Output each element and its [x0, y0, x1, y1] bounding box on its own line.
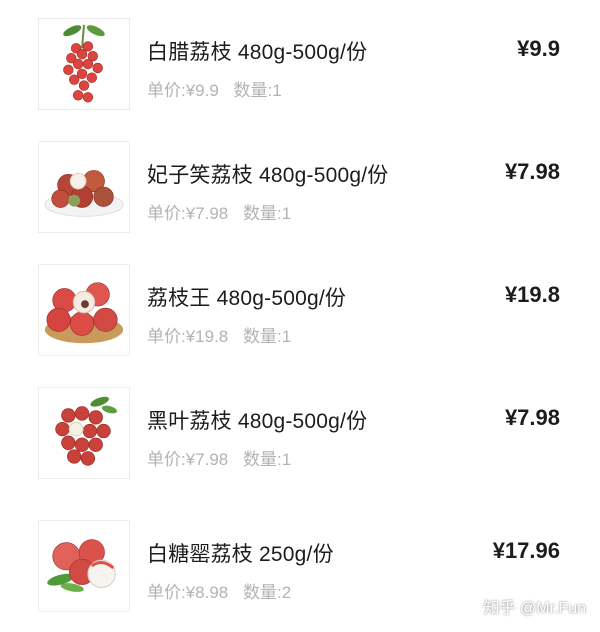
unit-price: 单价:¥19.8	[147, 327, 229, 346]
lychee-pile-icon	[38, 387, 130, 479]
quantity: 数量:1	[243, 204, 292, 223]
order-item[interactable]: 荔枝王 480g-500g/份 单价:¥19.8 数量:1 ¥19.8	[0, 264, 600, 364]
product-title: 白腊荔枝 480g-500g/份	[147, 41, 368, 64]
product-meta: 单价:¥9.9 数量:1	[147, 76, 282, 101]
quantity: 数量:1	[233, 81, 282, 100]
lychee-bunch-icon	[38, 18, 130, 110]
lychee-leaf-icon	[38, 520, 130, 612]
watermark: 知乎 @Mr.Fun	[483, 600, 586, 617]
line-total: ¥7.98	[504, 405, 560, 430]
line-total: ¥19.8	[504, 282, 560, 307]
product-title: 荔枝王 480g-500g/份	[147, 287, 347, 310]
product-meta: 单价:¥19.8 数量:1	[147, 322, 291, 347]
unit-price: 单价:¥7.98	[147, 204, 229, 223]
quantity: 数量:2	[243, 583, 292, 602]
quantity: 数量:1	[243, 327, 292, 346]
product-meta: 单价:¥8.98 数量:2	[147, 578, 291, 603]
line-total: ¥9.9	[517, 36, 560, 61]
unit-price: 单价:¥7.98	[147, 450, 229, 469]
product-title: 妃子笑荔枝 480g-500g/份	[147, 164, 389, 187]
unit-price: 单价:¥9.9	[147, 81, 219, 100]
product-title: 黑叶荔枝 480g-500g/份	[147, 410, 368, 433]
line-total: ¥17.96	[492, 538, 560, 563]
lychee-plate-icon	[38, 141, 130, 233]
order-item[interactable]: 白腊荔枝 480g-500g/份 单价:¥9.9 数量:1 ¥9.9	[0, 18, 600, 118]
lychee-bowl-icon	[38, 264, 130, 356]
product-title: 白糖罂荔枝 250g/份	[147, 543, 334, 566]
order-item[interactable]: 黑叶荔枝 480g-500g/份 单价:¥7.98 数量:1 ¥7.98	[0, 387, 600, 487]
product-meta: 单价:¥7.98 数量:1	[147, 199, 291, 224]
unit-price: 单价:¥8.98	[147, 583, 229, 602]
quantity: 数量:1	[243, 450, 292, 469]
line-total: ¥7.98	[504, 159, 560, 184]
product-meta: 单价:¥7.98 数量:1	[147, 445, 291, 470]
order-item[interactable]: 妃子笑荔枝 480g-500g/份 单价:¥7.98 数量:1 ¥7.98	[0, 141, 600, 241]
order-item-list: 白腊荔枝 480g-500g/份 单价:¥9.9 数量:1 ¥9.9 妃子笑荔枝…	[0, 0, 600, 632]
